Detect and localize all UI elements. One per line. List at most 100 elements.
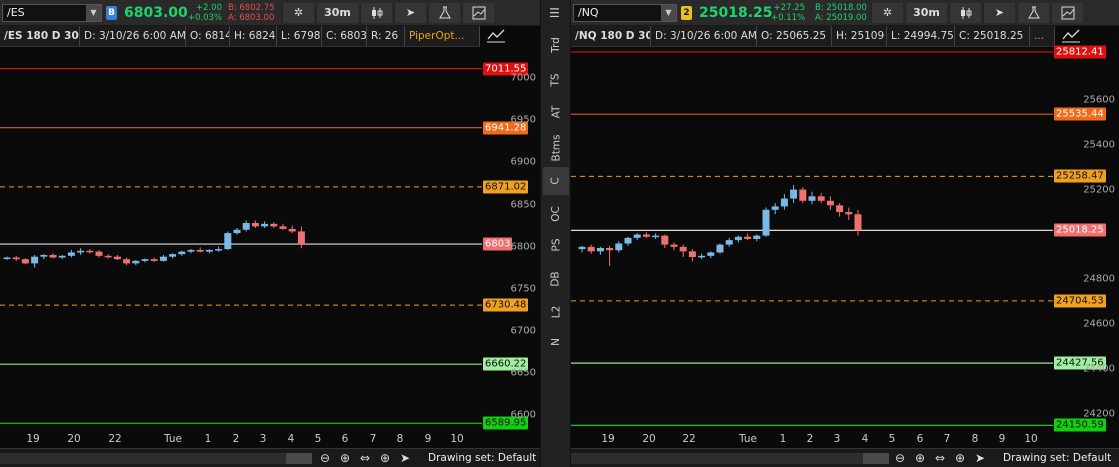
link-badge[interactable]: B <box>106 6 117 20</box>
candle-body <box>77 250 85 253</box>
candle-body <box>3 257 11 260</box>
fit-horizontal-icon[interactable]: ⇔ <box>360 451 370 466</box>
scrollbar-thumb[interactable] <box>863 453 889 464</box>
sidebar-tab-ts[interactable]: TS <box>543 66 569 94</box>
candle-body <box>716 244 724 253</box>
cursor-icon[interactable]: ➤ <box>400 451 410 466</box>
drawings-button[interactable] <box>462 3 494 23</box>
x-tick-label: 6 <box>916 433 924 445</box>
chevron-down-icon[interactable]: ▼ <box>86 5 101 21</box>
cursor-icon[interactable]: ➤ <box>975 451 985 466</box>
symbol-selector-es[interactable]: /ES ▼ <box>2 4 102 22</box>
x-tick-label: 3 <box>259 433 267 445</box>
sidebar-tab-btms[interactable]: Btms <box>543 134 569 162</box>
sidebar-tab-c[interactable]: C <box>543 167 569 195</box>
crosshair-icon[interactable]: ⊕ <box>955 451 965 466</box>
candle-body <box>661 235 669 245</box>
zoom-in-icon[interactable]: ⊕ <box>340 451 350 466</box>
sidebar-tab-l2[interactable]: L2 <box>543 298 569 326</box>
sidebar-tab-label: OC <box>549 206 562 222</box>
x-tick-label: 3 <box>833 433 841 445</box>
drawing-set-label[interactable]: Drawing set: Default <box>428 452 536 464</box>
candle <box>854 210 862 236</box>
candle <box>233 228 241 235</box>
horizontal-scrollbar[interactable] <box>0 453 312 464</box>
study-label[interactable]: PiperOpt... <box>405 26 480 46</box>
chart-title: /NQ 180 D 30m <box>571 26 651 46</box>
sidebar-tab-db[interactable]: DB <box>543 265 569 293</box>
chart-style-button[interactable] <box>360 3 392 23</box>
hamburger-menu-icon[interactable]: ☰ <box>549 6 560 20</box>
candle-body <box>762 209 770 236</box>
price-level-label: 25258.47 <box>1054 169 1106 183</box>
candle-body <box>196 249 204 252</box>
candle <box>633 233 641 241</box>
cursor-button[interactable]: ➤ <box>983 3 1015 23</box>
zoom-out-icon[interactable]: ⊖ <box>895 451 905 466</box>
candle <box>187 249 195 254</box>
price-plot-es[interactable] <box>0 48 482 430</box>
price-plot-nq[interactable] <box>571 48 1053 430</box>
studies-button[interactable] <box>428 3 460 23</box>
timeframe-button[interactable]: 30m <box>316 3 358 23</box>
chevron-down-icon[interactable]: ▼ <box>661 5 676 21</box>
chart-style-corner-icon[interactable] <box>1061 28 1081 44</box>
zoom-in-icon[interactable]: ⊕ <box>915 451 925 466</box>
y-tick-label: 25400 <box>1083 139 1115 151</box>
fit-horizontal-icon[interactable]: ⇔ <box>935 451 945 466</box>
price-level-label: 25812.41 <box>1054 45 1106 59</box>
info-overflow[interactable]: ... <box>1030 26 1055 46</box>
zoom-out-icon[interactable]: ⊖ <box>320 451 330 466</box>
y-tick-label: 24800 <box>1083 273 1115 285</box>
chart-style-button[interactable] <box>949 3 981 23</box>
candle <box>679 244 687 257</box>
drawing-set-label[interactable]: Drawing set: Default <box>1003 452 1111 464</box>
y-tick-label: 6850 <box>510 199 536 210</box>
candle-body <box>12 257 20 260</box>
symbol-selector-nq[interactable]: /NQ ▼ <box>573 4 677 22</box>
candle <box>3 256 11 261</box>
chart-style-corner-icon[interactable] <box>486 28 506 44</box>
scrollbar-thumb[interactable] <box>286 453 312 464</box>
candle-body <box>633 234 641 238</box>
settings-button[interactable]: ✲ <box>871 3 903 23</box>
studies-button[interactable] <box>1017 3 1049 23</box>
candle <box>40 254 48 260</box>
sidebar-tab-n[interactable]: N <box>543 328 569 356</box>
candle-body <box>578 246 586 250</box>
sidebar-tab-ps[interactable]: PS <box>543 231 569 259</box>
x-tick-label: 10 <box>1024 433 1038 445</box>
change-value: +27.25 <box>773 3 805 13</box>
x-tick-label: 9 <box>424 433 432 445</box>
candle-body <box>808 196 816 201</box>
candle-body <box>224 233 232 250</box>
sidebar-tab-oc[interactable]: OC <box>543 200 569 228</box>
drawing-tool-icon <box>1061 6 1074 20</box>
timeframe-button[interactable]: 30m <box>905 3 947 23</box>
candle-body <box>159 256 167 261</box>
candle-body <box>178 251 186 255</box>
sidebar-tab-at[interactable]: AT <box>543 98 569 126</box>
candle-body <box>49 254 57 258</box>
candle <box>113 254 121 261</box>
horizontal-scrollbar[interactable] <box>571 453 889 464</box>
y-tick-label: 24400 <box>1083 363 1115 375</box>
candle <box>196 247 204 253</box>
y-tick-label: 6700 <box>510 325 536 337</box>
bar-close: C: 25018.25 <box>955 26 1030 46</box>
price-level-label: 6730.48 <box>483 298 529 312</box>
candle-body <box>836 205 844 213</box>
candle <box>661 234 669 248</box>
link-badge[interactable]: 2 <box>681 6 692 20</box>
gear-icon: ✲ <box>293 6 304 19</box>
cursor-button[interactable]: ➤ <box>394 3 426 23</box>
settings-button[interactable]: ✲ <box>282 3 314 23</box>
sidebar-tab-trd[interactable]: Trd <box>543 31 569 59</box>
change-percent: +0.03% <box>187 13 222 23</box>
candle <box>31 254 39 268</box>
y-tick-label: 24600 <box>1083 318 1115 330</box>
candle-body <box>270 223 278 227</box>
drawings-button[interactable] <box>1051 3 1083 23</box>
candle <box>762 207 770 237</box>
crosshair-icon[interactable]: ⊕ <box>380 451 390 466</box>
